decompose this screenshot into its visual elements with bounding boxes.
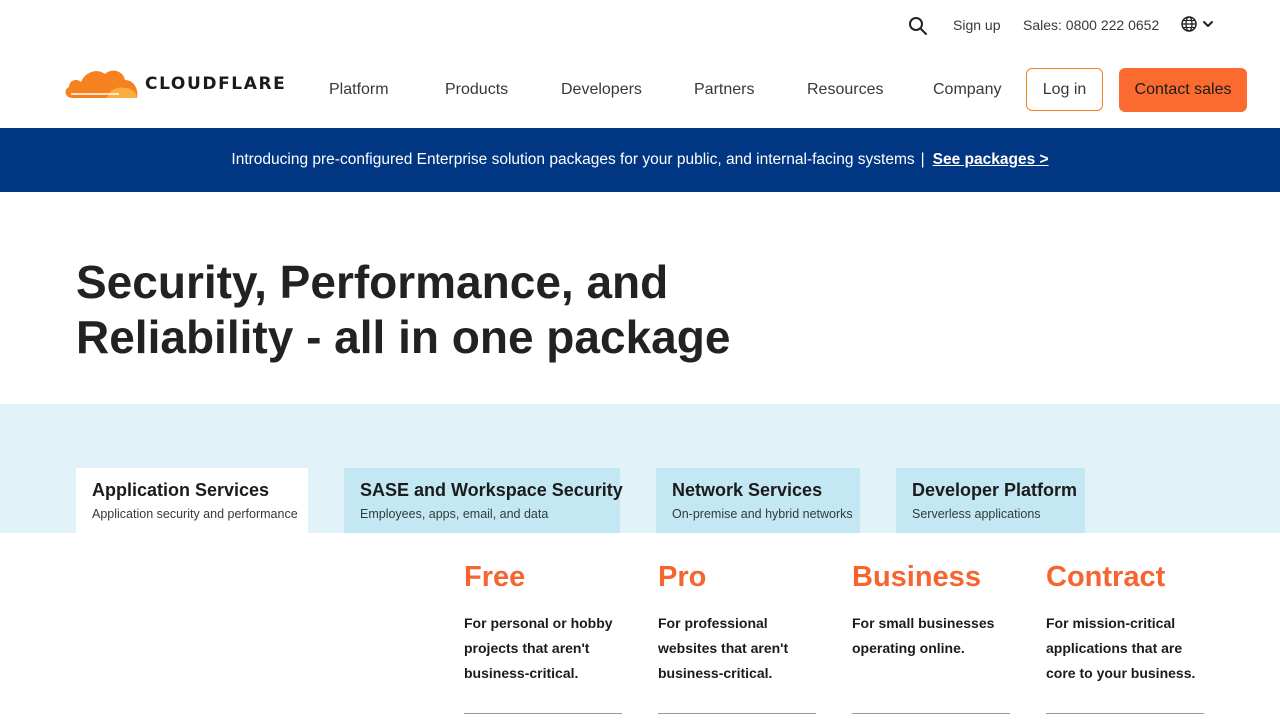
brand-wordmark: CLOUDFLARE xyxy=(145,74,287,94)
utility-bar: Sign up Sales: 0800 222 0652 xyxy=(0,0,1280,52)
tab-subtitle: Application security and performance xyxy=(92,507,298,521)
plan-contract: Contract For mission-critical applicatio… xyxy=(1046,560,1204,686)
tab-subtitle: Serverless applications xyxy=(912,507,1041,521)
plan-pro: Pro For professional websites that aren'… xyxy=(658,560,816,686)
plan-divider xyxy=(658,713,816,714)
plan-description: For personal or hobby projects that aren… xyxy=(464,611,622,686)
hero-title-line-2: Reliability - all in one package xyxy=(76,311,731,363)
tab-network-services[interactable]: Network Services On-premise and hybrid n… xyxy=(656,468,860,533)
tab-subtitle: Employees, apps, email, and data xyxy=(360,507,549,521)
cloud-logo-icon xyxy=(63,64,139,105)
plan-description: For small businesses operating online. xyxy=(852,611,1010,661)
tab-title: SASE and Workspace Security xyxy=(360,480,623,500)
plan-desc-line: applications that are xyxy=(1046,640,1183,656)
plan-name: Free xyxy=(464,561,526,593)
plan-name: Pro xyxy=(658,561,707,593)
plan-free: Free For personal or hobby projects that… xyxy=(464,560,622,686)
plan-business: Business For small businesses operating … xyxy=(852,560,1010,661)
plan-desc-line: For small businesses xyxy=(852,615,995,631)
banner-separator: | xyxy=(920,151,925,168)
plan-desc-line: For professional xyxy=(658,615,768,631)
tab-sase-workspace-security[interactable]: SASE and Workspace Security Employees, a… xyxy=(344,468,623,533)
plan-divider xyxy=(1046,713,1204,714)
tab-title: Application Services xyxy=(92,480,270,500)
globe-icon xyxy=(1180,15,1198,38)
nav-item-developers[interactable]: Developers xyxy=(561,81,642,99)
plan-description: For professional websites that aren't bu… xyxy=(658,611,816,686)
hero-title: Security, Performance, and Reliability -… xyxy=(76,255,796,365)
plan-divider xyxy=(464,713,622,714)
plan-desc-line: core to your business. xyxy=(1046,665,1196,681)
nav-item-products[interactable]: Products xyxy=(445,81,508,99)
search-icon[interactable] xyxy=(907,15,929,37)
language-selector[interactable] xyxy=(1180,15,1220,38)
cloudflare-logo[interactable]: CLOUDFLARE xyxy=(63,64,299,104)
main-nav: CLOUDFLARE Platform Products Developers … xyxy=(0,52,1280,128)
plan-desc-line: business-critical. xyxy=(464,665,579,681)
plan-desc-line: For mission-critical xyxy=(1046,615,1176,631)
tab-developer-platform[interactable]: Developer Platform Serverless applicatio… xyxy=(896,468,1085,533)
plan-desc-line: For personal or hobby xyxy=(464,615,613,631)
plan-name: Business xyxy=(852,561,981,593)
sales-phone[interactable]: Sales: 0800 222 0652 xyxy=(1023,17,1159,33)
plan-desc-line: business-critical. xyxy=(658,665,773,681)
tab-application-services[interactable]: Application Services Application securit… xyxy=(76,468,308,533)
plan-desc-line: operating online. xyxy=(852,640,965,656)
tab-title: Network Services xyxy=(672,480,823,500)
banner-text: Introducing pre-configured Enterprise so… xyxy=(231,151,915,168)
plan-divider xyxy=(852,713,1010,714)
hero-title-line-1: Security, Performance, and xyxy=(76,256,669,308)
nav-item-company[interactable]: Company xyxy=(933,81,1001,99)
plan-name: Contract xyxy=(1046,561,1166,593)
tab-subtitle: On-premise and hybrid networks xyxy=(672,507,853,521)
plan-description: For mission-critical applications that a… xyxy=(1046,611,1204,686)
nav-item-resources[interactable]: Resources xyxy=(807,81,883,99)
contact-sales-button[interactable]: Contact sales xyxy=(1119,68,1247,112)
see-packages-link[interactable]: See packages > xyxy=(933,151,1049,169)
nav-item-platform[interactable]: Platform xyxy=(329,81,389,99)
sign-up-link[interactable]: Sign up xyxy=(953,17,1000,33)
plan-desc-line: projects that aren't xyxy=(464,640,590,656)
plan-desc-line: websites that aren't xyxy=(658,640,789,656)
announcement-banner: Introducing pre-configured Enterprise so… xyxy=(0,128,1280,192)
nav-item-partners[interactable]: Partners xyxy=(694,81,754,99)
tab-title: Developer Platform xyxy=(912,480,1078,500)
chevron-down-icon xyxy=(1202,17,1214,35)
login-button[interactable]: Log in xyxy=(1026,68,1103,111)
